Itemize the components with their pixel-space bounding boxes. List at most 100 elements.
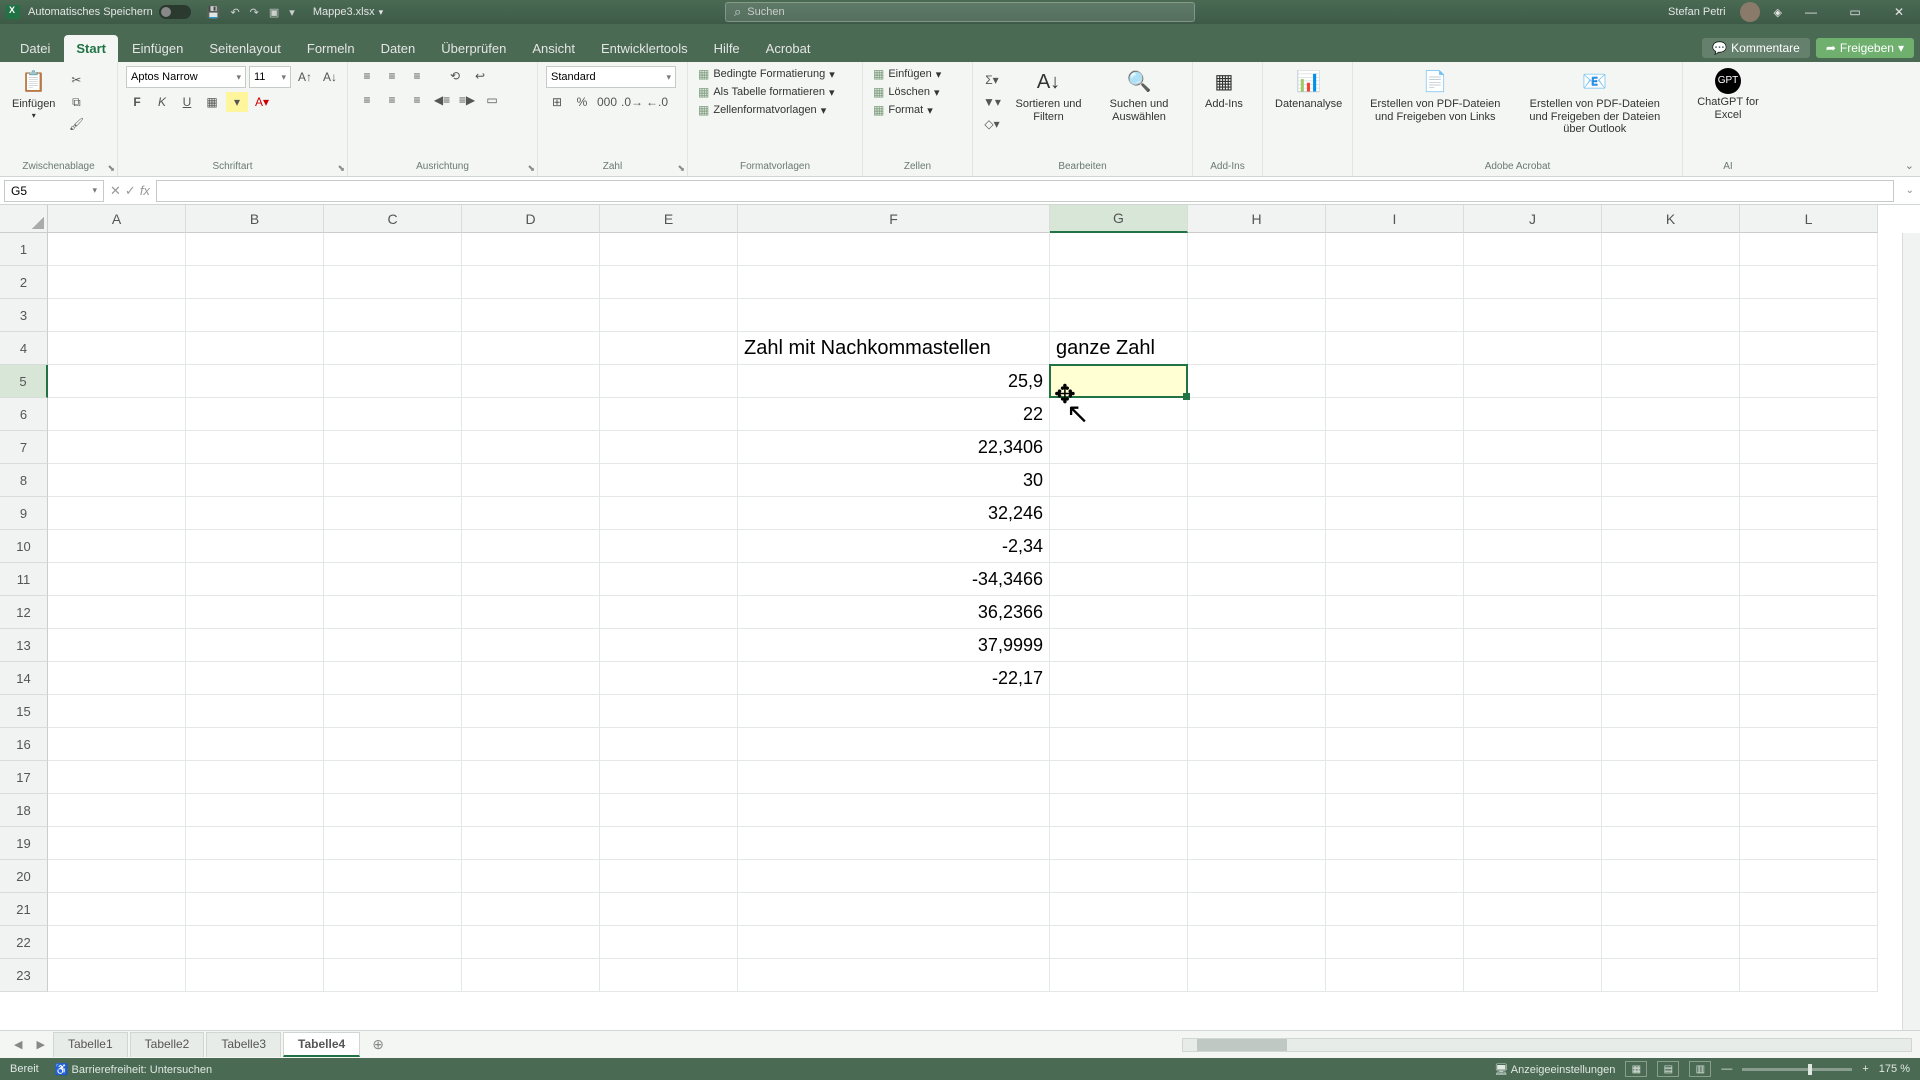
row-header[interactable]: 8 xyxy=(0,464,48,497)
redo-icon[interactable]: ↷ xyxy=(250,6,259,19)
cell[interactable] xyxy=(1740,794,1878,827)
cell[interactable] xyxy=(1326,794,1464,827)
align-top-icon[interactable]: ≡ xyxy=(356,66,378,86)
sheet-nav-next-icon[interactable]: ▶ xyxy=(30,1038,50,1051)
cell[interactable] xyxy=(462,266,600,299)
cell[interactable] xyxy=(324,794,462,827)
align-middle-icon[interactable]: ≡ xyxy=(381,66,403,86)
cell[interactable] xyxy=(738,266,1050,299)
cell[interactable] xyxy=(738,860,1050,893)
clear-icon[interactable]: ◇▾ xyxy=(981,114,1003,134)
cell[interactable] xyxy=(1188,596,1326,629)
bold-button[interactable]: F xyxy=(126,92,148,112)
cell[interactable] xyxy=(462,827,600,860)
cell[interactable] xyxy=(462,398,600,431)
row-header[interactable]: 11 xyxy=(0,563,48,596)
cell[interactable] xyxy=(1326,233,1464,266)
cell[interactable] xyxy=(462,794,600,827)
cell[interactable] xyxy=(600,596,738,629)
cell[interactable] xyxy=(1326,959,1464,992)
cell[interactable] xyxy=(1188,926,1326,959)
cell[interactable] xyxy=(1326,365,1464,398)
pdf-outlook-button[interactable]: 📧Erstellen von PDF-Dateien und Freigeben… xyxy=(1516,66,1674,138)
cell[interactable] xyxy=(324,926,462,959)
cell[interactable] xyxy=(1464,728,1602,761)
cell[interactable] xyxy=(1050,497,1188,530)
cell[interactable] xyxy=(600,662,738,695)
row-header[interactable]: 19 xyxy=(0,827,48,860)
row-header[interactable]: 4 xyxy=(0,332,48,365)
maximize-button[interactable]: ▭ xyxy=(1840,5,1870,19)
cell[interactable] xyxy=(186,926,324,959)
row-header[interactable]: 2 xyxy=(0,266,48,299)
cell[interactable] xyxy=(462,497,600,530)
row-header[interactable]: 1 xyxy=(0,233,48,266)
cell[interactable] xyxy=(600,431,738,464)
username[interactable]: Stefan Petri xyxy=(1668,6,1725,18)
orientation-icon[interactable]: ⟲ xyxy=(444,66,466,86)
cell[interactable] xyxy=(1326,893,1464,926)
cell[interactable] xyxy=(1050,563,1188,596)
align-center-icon[interactable]: ≡ xyxy=(381,90,403,110)
cell[interactable] xyxy=(1050,860,1188,893)
cell[interactable] xyxy=(1464,464,1602,497)
cell[interactable] xyxy=(462,629,600,662)
cell[interactable] xyxy=(1326,728,1464,761)
worksheet-grid[interactable]: ABCDEFGHIJKL 123456789101112131415161718… xyxy=(0,205,1920,1030)
cell[interactable] xyxy=(324,827,462,860)
cell[interactable] xyxy=(1740,497,1878,530)
cell[interactable] xyxy=(186,299,324,332)
number-format-combo[interactable]: Standard xyxy=(546,66,676,88)
cell[interactable] xyxy=(1602,266,1740,299)
cell[interactable] xyxy=(1326,530,1464,563)
cell[interactable]: 30 xyxy=(738,464,1050,497)
normal-view-icon[interactable]: ▦ xyxy=(1625,1061,1647,1077)
zoom-in-button[interactable]: + xyxy=(1862,1063,1868,1075)
cell[interactable] xyxy=(462,431,600,464)
cell[interactable] xyxy=(48,464,186,497)
cell[interactable] xyxy=(1740,332,1878,365)
cell[interactable] xyxy=(1188,629,1326,662)
cell[interactable] xyxy=(1602,530,1740,563)
cell[interactable] xyxy=(1740,563,1878,596)
cell[interactable] xyxy=(600,464,738,497)
cell[interactable] xyxy=(186,464,324,497)
dialog-launcher-icon[interactable]: ⬊ xyxy=(337,163,345,174)
cell[interactable]: 37,9999 xyxy=(738,629,1050,662)
cell[interactable] xyxy=(1326,761,1464,794)
cell[interactable] xyxy=(600,926,738,959)
cell[interactable] xyxy=(1188,332,1326,365)
cell[interactable] xyxy=(462,662,600,695)
cell[interactable] xyxy=(324,266,462,299)
enter-formula-icon[interactable]: ✓ xyxy=(125,183,136,199)
cell[interactable] xyxy=(1602,893,1740,926)
menu-tab-daten[interactable]: Daten xyxy=(369,35,428,62)
cell[interactable] xyxy=(1050,893,1188,926)
cell[interactable] xyxy=(1050,431,1188,464)
cell[interactable] xyxy=(324,629,462,662)
cell[interactable] xyxy=(324,728,462,761)
cut-icon[interactable]: ✂ xyxy=(65,70,87,90)
cell[interactable] xyxy=(1602,794,1740,827)
chatgpt-button[interactable]: GPTChatGPT for Excel xyxy=(1691,66,1765,123)
cell[interactable] xyxy=(186,893,324,926)
column-header[interactable]: A xyxy=(48,205,186,233)
cell[interactable] xyxy=(48,332,186,365)
cell[interactable] xyxy=(1464,332,1602,365)
cell[interactable] xyxy=(462,761,600,794)
cell[interactable] xyxy=(600,365,738,398)
cell[interactable] xyxy=(1464,926,1602,959)
data-analysis-button[interactable]: 📊Datenanalyse xyxy=(1271,66,1346,113)
save-icon[interactable]: 💾 xyxy=(207,6,221,19)
cell[interactable] xyxy=(738,761,1050,794)
cell[interactable] xyxy=(738,959,1050,992)
cell[interactable] xyxy=(1740,530,1878,563)
cell[interactable] xyxy=(1602,497,1740,530)
cell[interactable] xyxy=(462,893,600,926)
sheet-nav-prev-icon[interactable]: ◀ xyxy=(8,1038,28,1051)
cell[interactable] xyxy=(324,497,462,530)
cell[interactable] xyxy=(1050,728,1188,761)
cell[interactable] xyxy=(186,596,324,629)
cell[interactable] xyxy=(600,761,738,794)
decrease-decimal-icon[interactable]: ←.0 xyxy=(646,92,668,112)
